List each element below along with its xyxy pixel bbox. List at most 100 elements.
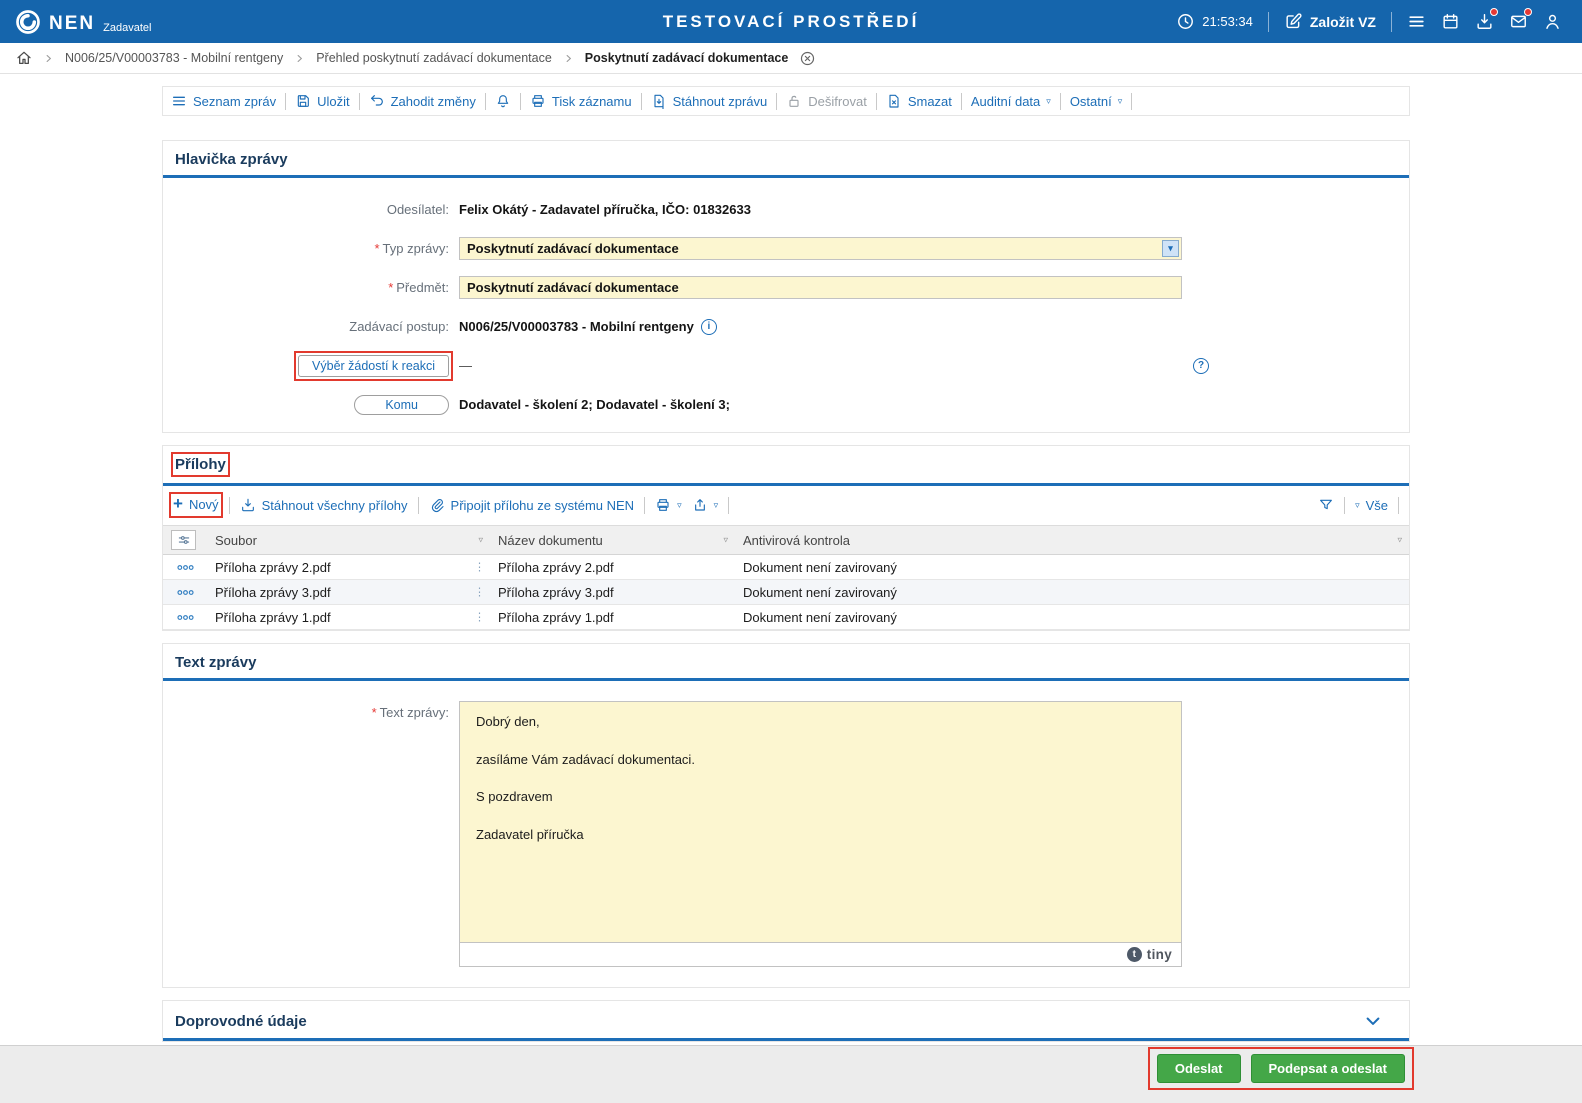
hamburger-menu-icon (1407, 12, 1426, 31)
message-text-input[interactable]: Dobrý den, zasíláme Vám zadávací dokumen… (459, 701, 1182, 943)
annotation-box: Přílohy (171, 452, 230, 477)
create-vz-button[interactable]: Založit VZ (1284, 12, 1376, 31)
separator (519, 92, 521, 110)
messages-button[interactable] (1509, 8, 1532, 31)
record-toolbar: Seznam zpráv Uložit Zahodit změny Tisk z… (162, 86, 1410, 116)
novy-button[interactable]: + Nový (173, 495, 219, 512)
kebab-menu-icon[interactable]: ⋮ (474, 611, 485, 624)
filter-icon[interactable]: ▿ (723, 535, 728, 546)
close-tab-icon[interactable] (799, 50, 816, 67)
downloads-button[interactable] (1475, 8, 1498, 31)
breadcrumb-item-current: Poskytnutí zadávací dokumentace (584, 51, 789, 65)
share-icon (692, 497, 708, 513)
table-row[interactable]: Příloha zprávy 3.pdf ⋮ Příloha zprávy 3.p… (163, 579, 1409, 605)
ostatni-button[interactable]: Ostatní ▿ (1070, 94, 1122, 109)
calendar-icon (1441, 12, 1460, 31)
vse-filter-button[interactable]: ▿ Vše (1355, 498, 1388, 513)
filter-icon[interactable]: ▿ (1397, 535, 1402, 546)
breadcrumb-item[interactable]: N006/25/V00003783 - Mobilní rentgeny (65, 51, 283, 65)
help-icon[interactable]: ? (1193, 357, 1209, 374)
stahnout-zpravu-button[interactable]: Stáhnout zprávu (651, 93, 767, 109)
chevron-down-icon[interactable]: ▾ (1162, 240, 1179, 257)
attachments-table: Soubor ▿ Název dokumentu ▿ Antivirová kont… (163, 525, 1409, 630)
section-title: Hlavička zprávy (175, 151, 288, 168)
seznam-zprav-button[interactable]: Seznam zpráv (171, 93, 276, 109)
predmet-input[interactable]: Poskytnutí zadávací dokumentace (459, 276, 1182, 299)
typ-zpravy-select[interactable]: Poskytnutí zadávací dokumentace ▾ (459, 237, 1182, 260)
table-settings-icon[interactable] (171, 530, 196, 550)
profile-button[interactable] (1543, 12, 1562, 31)
section-prilohy: Přílohy + Nový Stáhnout všechny přílohy P… (162, 445, 1410, 631)
download-tray-icon (240, 497, 256, 513)
file-name[interactable]: Příloha zprávy 3.pdf (215, 585, 331, 600)
vyber-zadosti-button[interactable]: Výběr žádostí k reakci (298, 354, 449, 377)
komu-value: Dodavatel - školení 2; Dodavatel - škole… (459, 397, 730, 412)
chevron-down-icon[interactable] (1363, 1011, 1383, 1031)
typ-zpravy-value: Poskytnutí zadávací dokumentace (467, 241, 679, 256)
komu-button[interactable]: Komu (354, 394, 449, 415)
pripojit-prilohu-button[interactable]: Připojit přílohu ze systému NEN (429, 497, 634, 513)
field-label: * Text zprávy: (371, 705, 449, 720)
odeslat-button[interactable]: Odeslat (1156, 1054, 1241, 1083)
main-menu-button[interactable] (1407, 12, 1426, 31)
kebab-menu-icon[interactable]: ⋮ (474, 561, 485, 574)
row-menu-icon[interactable] (176, 613, 194, 622)
clock-icon (1176, 12, 1195, 31)
breadcrumb: N006/25/V00003783 - Mobilní rentgeny Pře… (0, 43, 1582, 74)
antivirus-status: Dokument není zavirovaný (735, 604, 1409, 630)
ulozit-button[interactable]: Uložit (295, 93, 350, 109)
notifications-button[interactable] (495, 93, 511, 109)
form-row-odesilatel: Odesílatel: Felix Okátý - Zadavatel přír… (163, 190, 1409, 229)
list-icon (171, 93, 187, 109)
section-text-zpravy: Text zprávy * Text zprávy: Dobrý den, zas… (162, 643, 1410, 988)
topbar: NEN Zadavatel TESTOVACÍ PROSTŘEDÍ 21:53:… (0, 0, 1582, 43)
table-row[interactable]: Příloha zprávy 1.pdf ⋮ Příloha zprávy 1.p… (163, 604, 1409, 630)
annotation-box: Odeslat Podepsat a odeslat (1147, 1047, 1414, 1090)
kebab-menu-icon[interactable]: ⋮ (474, 586, 485, 599)
separator (644, 496, 646, 514)
print-table-button[interactable]: ▿ (655, 497, 682, 513)
info-icon[interactable]: i (700, 318, 717, 335)
zahodit-zmeny-button[interactable]: Zahodit změny (369, 93, 476, 109)
section-title: Přílohy (175, 456, 226, 473)
bell-icon (495, 93, 511, 109)
filter-button[interactable] (1318, 497, 1334, 513)
smazat-button[interactable]: Smazat (886, 93, 952, 109)
form-row-zadavaci-postup: Zadávací postup: N006/25/V00003783 - Mob… (163, 307, 1409, 346)
app-logo[interactable]: NEN Zadavatel (14, 8, 151, 36)
attachments-toolbar: + Nový Stáhnout všechny přílohy Připojit … (163, 486, 1409, 525)
row-menu-icon[interactable] (176, 563, 194, 572)
table-row[interactable]: Příloha zprávy 2.pdf ⋮ Příloha zprávy 2.p… (163, 554, 1409, 580)
file-name[interactable]: Příloha zprávy 2.pdf (215, 560, 331, 575)
podepsat-a-odeslat-button[interactable]: Podepsat a odeslat (1250, 1054, 1405, 1083)
auditni-data-button[interactable]: Auditní data ▿ (971, 94, 1051, 109)
create-vz-label: Založit VZ (1309, 13, 1376, 30)
chevron-right-icon (563, 53, 574, 64)
column-header-soubor[interactable]: Soubor ▿ (207, 525, 490, 555)
filter-icon[interactable]: ▿ (478, 535, 483, 546)
field-label: Zadávací postup: (349, 319, 449, 334)
document-name: Příloha zprávy 1.pdf (490, 604, 735, 630)
user-icon (1543, 12, 1562, 31)
row-menu-icon[interactable] (176, 588, 194, 597)
tisk-zaznamu-button[interactable]: Tisk záznamu (530, 93, 632, 109)
breadcrumb-item[interactable]: Přehled poskytnutí zadávací dokumentace (316, 51, 552, 65)
home-icon[interactable] (16, 50, 32, 66)
export-button[interactable]: ▿ (692, 497, 719, 513)
file-name[interactable]: Příloha zprávy 1.pdf (215, 610, 331, 625)
chevron-down-icon: ▿ (713, 499, 719, 510)
separator (228, 496, 230, 514)
funnel-icon (1318, 497, 1334, 513)
chevron-down-icon: ▿ (1117, 95, 1123, 106)
calendar-button[interactable] (1441, 12, 1460, 31)
logo-text: NEN (49, 12, 96, 34)
section-hlavicka-zpravy: Hlavička zprávy Odesílatel: Felix Okátý … (162, 140, 1410, 433)
separator (728, 496, 730, 514)
separator (1267, 11, 1269, 32)
chevron-down-icon: ▿ (1046, 95, 1051, 106)
column-header-nazev[interactable]: Název dokumentu ▿ (490, 525, 735, 555)
paperclip-icon (429, 497, 445, 513)
doprovodne-udaje-header[interactable]: Doprovodné údaje (163, 1001, 1409, 1038)
stahnout-vsechny-button[interactable]: Stáhnout všechny přílohy (240, 497, 408, 513)
column-header-antivir[interactable]: Antivirová kontrola ▿ (735, 525, 1409, 555)
